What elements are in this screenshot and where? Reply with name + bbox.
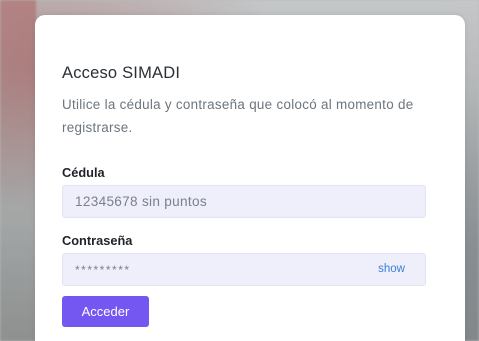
submit-button[interactable]: Acceder <box>62 296 149 327</box>
login-instructions: Utilice la cédula y contraseña que coloc… <box>62 97 414 135</box>
password-input[interactable] <box>62 253 426 286</box>
cedula-label: Cédula <box>62 165 105 180</box>
cedula-input[interactable] <box>62 185 426 218</box>
password-label: Contraseña <box>62 233 133 248</box>
login-card: Acceso SIMADI Utilice la cédula y contra… <box>35 15 465 341</box>
show-password-toggle[interactable]: show <box>378 263 405 275</box>
page-title: Acceso SIMADI <box>62 64 181 82</box>
